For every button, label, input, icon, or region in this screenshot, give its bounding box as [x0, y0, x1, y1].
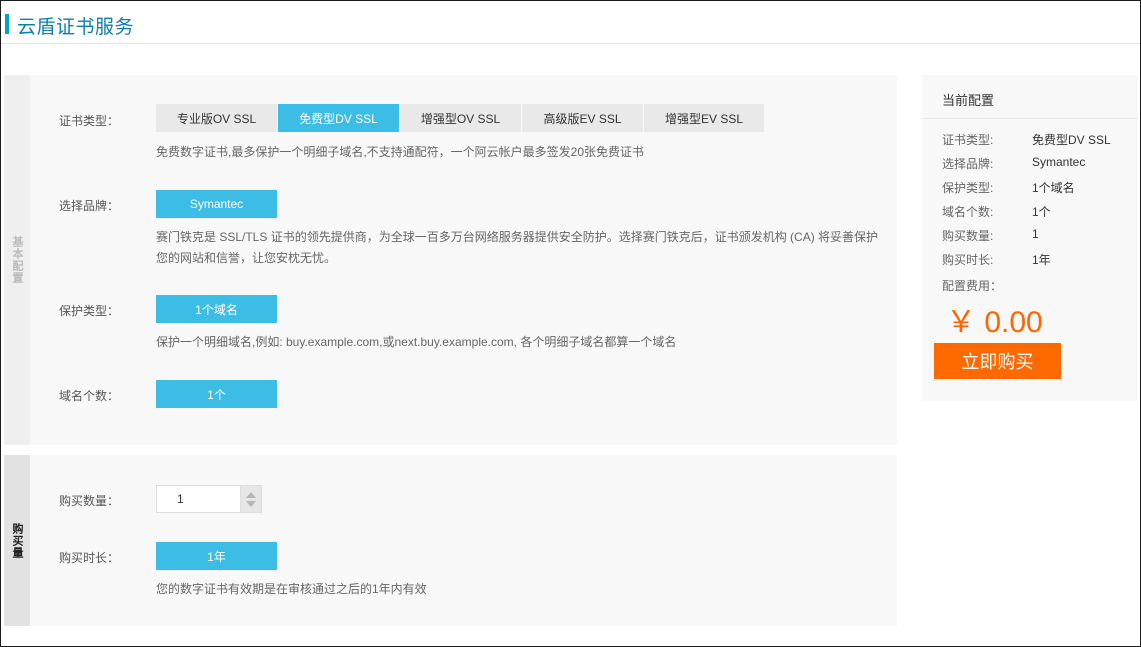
quantity-input[interactable]: [156, 485, 240, 513]
cert-type-description: 免费数字证书,最多保护一个明细子域名,不支持通配符，一个阿云帐户最多签发20张免…: [156, 145, 645, 159]
fee-label: 配置费用：: [942, 279, 1003, 293]
summary-value: 1: [1032, 227, 1039, 241]
price-value: ￥ 0.00: [946, 306, 1043, 339]
title-accent-bar: [5, 14, 9, 34]
brand-description-line1: 赛门铁克是 SSL/TLS 证书的领先提供商，为全球一百多万台网络服务器提供安全…: [156, 230, 879, 244]
brand-description-line2: 您的网站和信誉，让您安枕无忧。: [156, 251, 337, 265]
duration-one-year-option[interactable]: 1年: [156, 542, 277, 570]
protection-one-domain-option[interactable]: 1个域名: [156, 295, 277, 323]
summary-value: 免费型DV SSL: [1032, 133, 1111, 147]
summary-key: 证书类型:: [942, 133, 994, 147]
decrement-arrow-icon[interactable]: [246, 500, 256, 507]
domain-count-label: 域名个数：: [59, 389, 120, 403]
summary-value: 1年: [1032, 253, 1051, 267]
quantity-stepper-arrows[interactable]: [240, 485, 262, 513]
cert-type-option-pro-ov[interactable]: 专业版OV SSL: [156, 104, 278, 132]
increment-arrow-icon[interactable]: [246, 491, 256, 498]
basic-config-tab: 基本配置: [4, 75, 30, 445]
protection-description: 保护一个明细域名,例如: buy.example.com,或next.buy.e…: [156, 335, 677, 349]
cert-type-option-enhanced-ov[interactable]: 增强型OV SSL: [400, 104, 522, 132]
duration-label: 购买时长：: [59, 551, 120, 565]
summary-key: 选择品牌:: [942, 157, 994, 171]
summary-divider: [922, 118, 1138, 119]
basic-config-tab-label: 基本配置: [11, 236, 23, 284]
summary-key: 购买时长:: [942, 253, 994, 267]
purchase-panel: 购买量 购买数量： 购买时长： 1年 您的数字证书有效期是在审核通过之后的1年内…: [4, 455, 897, 626]
cert-type-option-enhanced-ev[interactable]: 增强型EV SSL: [644, 104, 765, 132]
summary-value: 1个域名: [1032, 181, 1075, 195]
quantity-stepper: [156, 485, 262, 513]
brand-label: 选择品牌：: [59, 199, 120, 213]
page-header: 云盾证书服务: [1, 1, 1140, 44]
cert-type-option-advanced-ev[interactable]: 高级版EV SSL: [522, 104, 644, 132]
page-title: 云盾证书服务: [17, 17, 135, 38]
buy-now-button[interactable]: 立即购买: [934, 343, 1061, 379]
cert-type-label: 证书类型：: [59, 114, 120, 128]
purchase-tab: 购买量: [4, 455, 30, 626]
summary-value: Symantec: [1032, 155, 1086, 169]
purchase-tab-label: 购买量: [11, 522, 23, 559]
basic-config-panel: 基本配置 证书类型： 专业版OV SSL 免费型DV SSL 增强型OV SSL…: [4, 75, 897, 445]
current-config-summary: 当前配置 证书类型: 免费型DV SSL 选择品牌: Symantec 保护类型…: [922, 75, 1138, 401]
quantity-label: 购买数量：: [59, 494, 120, 508]
duration-description: 您的数字证书有效期是在审核通过之后的1年内有效: [156, 582, 427, 596]
summary-value: 1个: [1032, 205, 1051, 219]
summary-key: 域名个数:: [942, 205, 994, 219]
summary-key: 保护类型:: [942, 181, 994, 195]
summary-title: 当前配置: [942, 93, 995, 108]
cert-type-option-free-dv[interactable]: 免费型DV SSL: [278, 104, 400, 132]
brand-symantec-option[interactable]: Symantec: [156, 190, 277, 218]
summary-key: 购买数量:: [942, 229, 994, 243]
domain-count-option[interactable]: 1个: [156, 380, 277, 408]
cert-type-selector: 专业版OV SSL 免费型DV SSL 增强型OV SSL 高级版EV SSL …: [156, 104, 765, 132]
protection-label: 保护类型：: [59, 304, 120, 318]
